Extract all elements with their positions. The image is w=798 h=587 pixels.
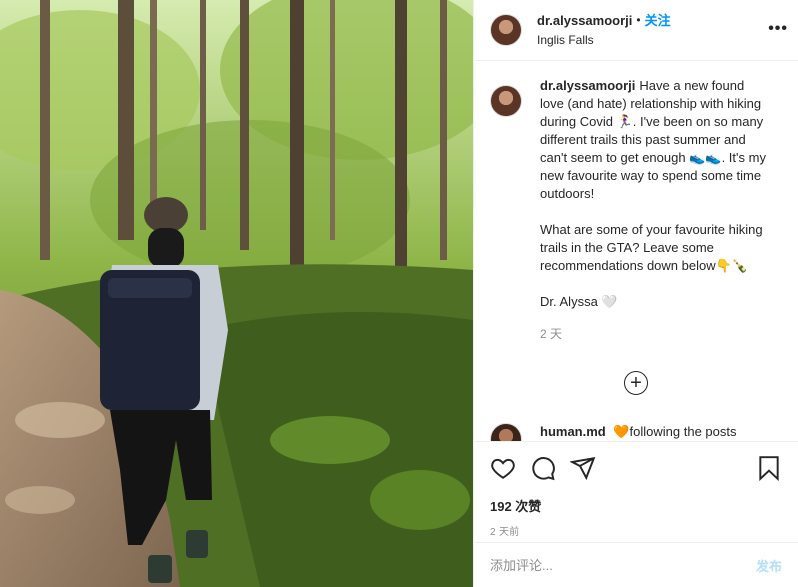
caption: dr.alyssamoorji Have a new found love (an… [490,77,782,343]
post-comment-button[interactable]: 发布 [756,556,782,575]
commenter-avatar[interactable] [490,423,522,441]
author-username[interactable]: dr.alyssamoorji [537,12,632,29]
caption-text-1: Have a new found love (and hate) relatio… [540,78,766,201]
bookmark-icon[interactable] [756,455,782,481]
comment-input[interactable] [490,557,756,573]
comment-item: human.md 🧡following the posts [490,423,782,441]
author-avatar[interactable] [490,14,522,46]
post-time[interactable]: 2 天前 [490,523,782,538]
comments-list[interactable]: dr.alyssamoorji Have a new found love (an… [474,61,798,441]
caption-username[interactable]: dr.alyssamoorji [540,78,635,93]
commenter-username[interactable]: human.md [540,424,606,439]
likes-count[interactable]: 192 次赞 [490,496,782,515]
caption-signature: Dr. Alyssa 🤍 [540,294,618,309]
plus-circle-icon[interactable]: + [624,371,648,395]
post-panel: dr.alyssamoorji • 关注 Inglis Falls ••• dr… [473,0,798,587]
more-options-icon[interactable]: ••• [768,20,788,38]
load-more-comments[interactable]: + [490,371,782,395]
post-header: dr.alyssamoorji • 关注 Inglis Falls ••• [474,0,798,61]
caption-avatar[interactable] [490,85,522,117]
follow-button[interactable]: 关注 [645,12,671,29]
action-bar: 192 次赞 2 天前 [474,441,798,538]
caption-age[interactable]: 2 天 [540,325,770,343]
share-icon[interactable] [570,455,596,481]
comment-text: 🧡following the posts [613,424,737,439]
post-photo[interactable] [0,0,473,587]
heart-icon[interactable] [490,455,516,481]
separator-dot: • [636,12,641,27]
comment-icon[interactable] [530,455,556,481]
location-link[interactable]: Inglis Falls [537,32,671,49]
caption-text-2: What are some of your favourite hiking t… [540,222,763,273]
comment-composer: 发布 [474,542,798,587]
